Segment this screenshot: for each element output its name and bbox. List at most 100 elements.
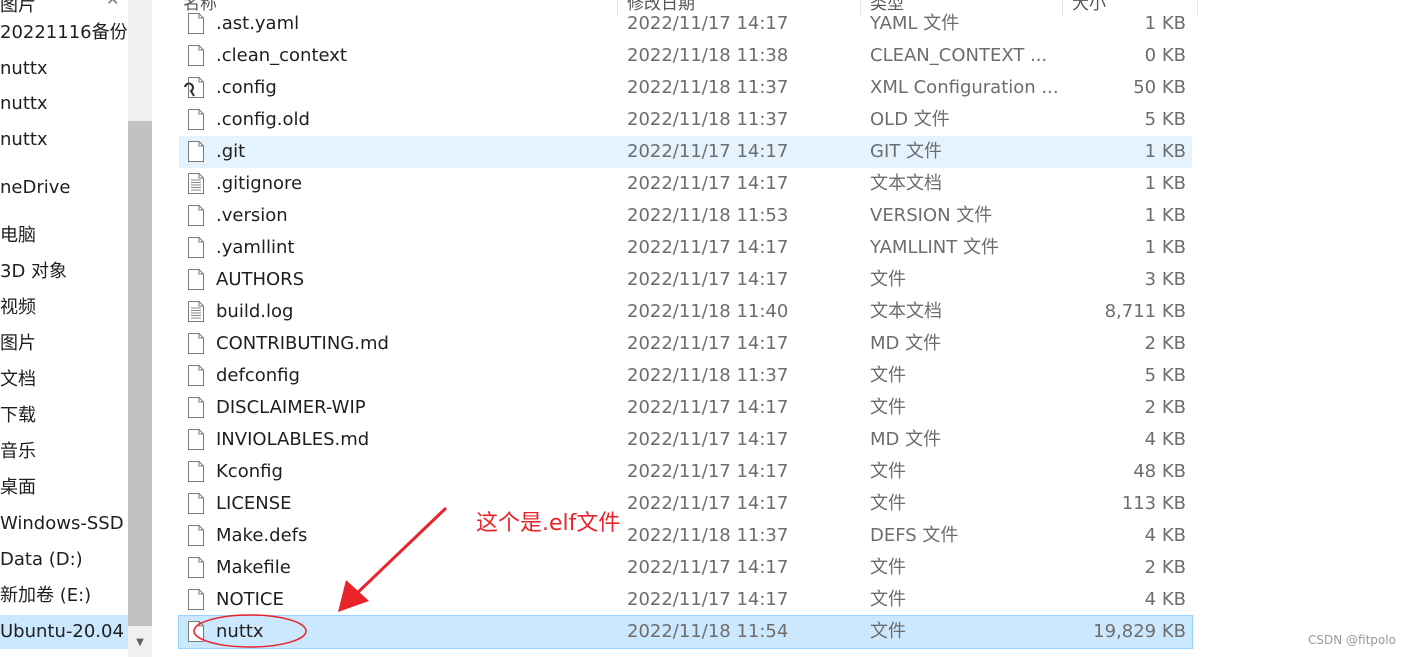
file-size: 50 KB	[1133, 77, 1186, 98]
nav-item[interactable]: Windows-SSD (	[0, 507, 128, 541]
file-row[interactable]: .yamllint 2022/11/17 14:17 YAMLLINT 文件 1 KB	[179, 232, 1192, 264]
file-date: 2022/11/18 11:37	[627, 365, 789, 386]
file-row[interactable]: nuttx 2022/11/18 11:54 文件 19,829 KB	[178, 615, 1193, 649]
file-row[interactable]: .config.old 2022/11/18 11:37 OLD 文件 5 KB	[179, 104, 1192, 136]
file-date: 2022/11/18 11:53	[627, 205, 789, 226]
nav-item[interactable]: 图片	[0, 327, 128, 361]
file-row[interactable]: DISCLAIMER-WIP 2022/11/17 14:17 文件 2 KB	[179, 392, 1192, 424]
config-file-icon	[184, 77, 204, 98]
file-size: 1 KB	[1144, 173, 1186, 194]
file-type: OLD 文件	[870, 109, 950, 130]
nav-item[interactable]: 桌面	[0, 471, 128, 505]
file-type: 文件	[870, 397, 906, 418]
file-name: nuttx	[216, 621, 264, 642]
pin-icon: ✕	[106, 0, 119, 9]
file-size: 8,711 KB	[1104, 301, 1186, 322]
file-date: 2022/11/17 14:17	[627, 461, 789, 482]
file-row[interactable]: .clean_context 2022/11/18 11:38 CLEAN_CONT…	[179, 40, 1192, 72]
file-row[interactable]: .version 2022/11/18 11:53 VERSION 文件 1 KB	[179, 200, 1192, 232]
nav-item[interactable]: 下载	[0, 399, 128, 433]
file-icon	[188, 493, 204, 514]
file-row[interactable]: .git 2022/11/17 14:17 GIT 文件 1 KB	[179, 136, 1192, 168]
nav-item[interactable]: nuttx	[0, 87, 128, 121]
file-row[interactable]: build.log 2022/11/18 11:40 文本文档 8,711 KB	[179, 296, 1192, 328]
nav-item[interactable]: nuttx	[0, 123, 128, 157]
file-type: GIT 文件	[870, 141, 942, 162]
file-name: .clean_context	[216, 45, 347, 66]
file-icon	[188, 269, 204, 290]
navigation-pane: 图片 ✕ 20221116备份代nuttxnuttxnuttxneDrive电脑…	[0, 0, 128, 657]
text-file-icon	[188, 301, 204, 322]
file-icon	[188, 45, 204, 66]
file-name: .version	[216, 205, 288, 226]
file-name: .yamllint	[216, 237, 295, 258]
file-name: AUTHORS	[216, 269, 305, 290]
file-row[interactable]: AUTHORS 2022/11/17 14:17 文件 3 KB	[179, 264, 1192, 296]
file-name: .config	[216, 77, 277, 98]
file-row[interactable]: NOTICE 2022/11/17 14:17 文件 4 KB	[179, 584, 1192, 616]
file-row[interactable]: LICENSE 2022/11/17 14:17 文件 113 KB	[179, 488, 1192, 520]
file-type: CLEAN_CONTEXT ...	[870, 45, 1048, 66]
nav-item[interactable]: 新加卷 (E:)	[0, 579, 128, 613]
file-size: 4 KB	[1144, 525, 1186, 546]
file-type: 文本文档	[870, 301, 942, 322]
file-row[interactable]: defconfig 2022/11/18 11:37 文件 5 KB	[179, 360, 1192, 392]
file-row[interactable]: CONTRIBUTING.md 2022/11/17 14:17 MD 文件 2 KB	[179, 328, 1192, 360]
file-date: 2022/11/17 14:17	[627, 589, 789, 610]
file-icon	[188, 525, 204, 546]
file-icon	[188, 557, 204, 578]
file-icon	[188, 205, 204, 226]
file-type: 文件	[870, 621, 906, 642]
nav-item[interactable]: 20221116备份代	[0, 16, 128, 50]
file-size: 4 KB	[1144, 589, 1186, 610]
file-date: 2022/11/18 11:37	[627, 77, 789, 98]
file-row[interactable]: Make.defs 2022/11/18 11:37 DEFS 文件 4 KB	[179, 520, 1192, 552]
file-size: 5 KB	[1144, 365, 1186, 386]
file-name: .gitignore	[216, 173, 303, 194]
file-type: XML Configuration ...	[870, 77, 1059, 98]
file-type: VERSION 文件	[870, 205, 993, 226]
file-date: 2022/11/17 14:17	[627, 493, 789, 514]
nav-item[interactable]: nuttx	[0, 52, 128, 86]
nav-scrollbar-thumb[interactable]	[128, 121, 152, 626]
file-icon	[188, 333, 204, 354]
file-name: CONTRIBUTING.md	[216, 333, 389, 354]
scroll-down-icon[interactable]: ▼	[132, 635, 148, 651]
file-name: Kconfig	[216, 461, 283, 482]
file-date: 2022/11/17 14:17	[627, 429, 789, 450]
file-row[interactable]: Makefile 2022/11/17 14:17 文件 2 KB	[179, 552, 1192, 584]
annotation-text: 这个是.elf文件	[476, 511, 621, 536]
file-row[interactable]: .config 2022/11/18 11:37 XML Configuration…	[179, 72, 1192, 104]
file-type: 文件	[870, 493, 906, 514]
file-name: NOTICE	[216, 589, 284, 610]
file-size: 1 KB	[1144, 13, 1186, 34]
nav-item[interactable]: 音乐	[0, 435, 128, 469]
file-type: YAMLLINT 文件	[870, 237, 999, 258]
nav-item[interactable]: 视频	[0, 291, 128, 325]
file-icon	[188, 589, 204, 610]
nav-item[interactable]: 文档	[0, 363, 128, 397]
file-row[interactable]: INVIOLABLES.md 2022/11/17 14:17 MD 文件 4 KB	[179, 424, 1192, 456]
nav-item-partial[interactable]: 图片	[0, 0, 36, 17]
file-icon	[188, 397, 204, 418]
file-name: INVIOLABLES.md	[216, 429, 370, 450]
file-row[interactable]: Kconfig 2022/11/17 14:17 文件 48 KB	[179, 456, 1192, 488]
file-date: 2022/11/17 14:17	[627, 333, 789, 354]
watermark: CSDN @fitpolo	[1308, 633, 1396, 647]
file-icon	[188, 429, 204, 450]
nav-item[interactable]: 3D 对象	[0, 255, 128, 289]
column-divider[interactable]	[1197, 0, 1198, 16]
file-name: .ast.yaml	[216, 13, 300, 34]
file-row[interactable]: .gitignore 2022/11/17 14:17 文本文档 1 KB	[179, 168, 1192, 200]
file-name: .git	[216, 141, 246, 162]
file-type: 文件	[870, 365, 906, 386]
file-row[interactable]: .ast.yaml 2022/11/17 14:17 YAML 文件 1 KB	[179, 8, 1192, 40]
file-list: 名称 修改日期 类型 大小 .ast.yaml 2022/11/17 14:17 Y…	[152, 0, 1406, 657]
nav-item[interactable]: Data (D:)	[0, 543, 128, 577]
file-size: 3 KB	[1144, 269, 1186, 290]
nav-item[interactable]: neDrive	[0, 171, 128, 205]
nav-item[interactable]: 电脑	[0, 219, 128, 253]
file-size: 113 KB	[1121, 493, 1186, 514]
nav-item[interactable]: Ubuntu-20.04 (	[0, 615, 128, 649]
file-icon	[188, 13, 204, 34]
